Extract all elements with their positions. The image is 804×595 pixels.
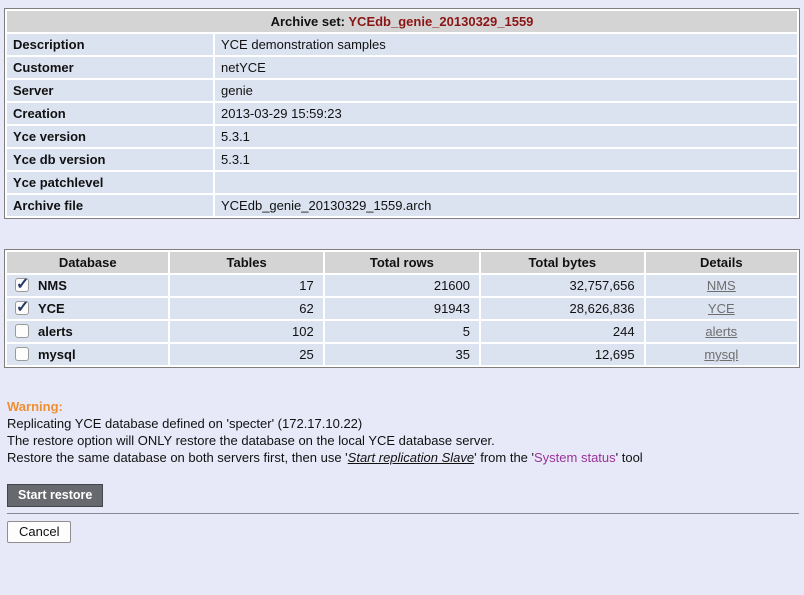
warning-line-3-middle: ' from the ' — [474, 450, 534, 465]
info-row-yce-patchlevel: Yce patchlevel — [7, 172, 797, 193]
column-header-database: Database — [7, 252, 168, 273]
db-name-label: NMS — [38, 278, 67, 293]
info-label: Creation — [7, 103, 213, 124]
details-link-nms[interactable]: NMS — [707, 278, 736, 293]
cancel-button[interactable]: Cancel — [7, 521, 71, 543]
info-row-description: Description YCE demonstration samples — [7, 34, 797, 55]
databases-table: Database Tables Total rows Total bytes D… — [4, 249, 800, 368]
column-header-total-rows: Total rows — [325, 252, 479, 273]
system-status-link[interactable]: System status — [534, 450, 616, 465]
tables-count: 25 — [170, 344, 322, 365]
details-cell: NMS — [646, 275, 797, 296]
info-label: Customer — [7, 57, 213, 78]
db-checkbox-alerts[interactable] — [15, 324, 29, 338]
total-bytes-value: 244 — [481, 321, 644, 342]
archive-title: Archive set: YCEdb_genie_20130329_1559 — [7, 11, 797, 32]
total-rows-value: 5 — [325, 321, 479, 342]
archive-title-name: YCEdb_genie_20130329_1559 — [348, 14, 533, 29]
info-value: genie — [215, 80, 797, 101]
tables-count: 17 — [170, 275, 322, 296]
databases-header-row: Database Tables Total rows Total bytes D… — [7, 252, 797, 273]
db-checkbox-mysql[interactable] — [15, 347, 29, 361]
db-checkbox-yce[interactable] — [15, 301, 29, 315]
details-link-mysql[interactable]: mysql — [704, 347, 738, 362]
warning-line-2: The restore option will ONLY restore the… — [7, 432, 800, 449]
info-row-archive-file: Archive file YCEdb_genie_20130329_1559.a… — [7, 195, 797, 216]
warning-block: Warning: Replicating YCE database define… — [7, 398, 800, 466]
db-name-label: alerts — [38, 324, 73, 339]
database-cell: alerts — [7, 321, 168, 342]
info-label: Description — [7, 34, 213, 55]
table-row-alerts: alerts 102 5 244 alerts — [7, 321, 797, 342]
info-value: YCEdb_genie_20130329_1559.arch — [215, 195, 797, 216]
db-checkbox-nms[interactable] — [15, 278, 29, 292]
total-rows-value: 35 — [325, 344, 479, 365]
archive-title-row: Archive set: YCEdb_genie_20130329_1559 — [7, 11, 797, 32]
info-value: 5.3.1 — [215, 149, 797, 170]
tables-count: 102 — [170, 321, 322, 342]
info-row-creation: Creation 2013-03-29 15:59:23 — [7, 103, 797, 124]
archive-title-prefix: Archive set: — [271, 14, 349, 29]
start-restore-button[interactable]: Start restore — [7, 484, 103, 507]
archive-info-table: Archive set: YCEdb_genie_20130329_1559 D… — [4, 8, 800, 219]
info-label: Yce patchlevel — [7, 172, 213, 193]
info-value: 2013-03-29 15:59:23 — [215, 103, 797, 124]
start-replication-slave-link[interactable]: Start replication Slave — [348, 450, 474, 465]
total-rows-value: 91943 — [325, 298, 479, 319]
warning-line-3-prefix: Restore the same database on both server… — [7, 450, 348, 465]
total-bytes-value: 12,695 — [481, 344, 644, 365]
info-row-yce-db-version: Yce db version 5.3.1 — [7, 149, 797, 170]
info-row-server: Server genie — [7, 80, 797, 101]
details-link-yce[interactable]: YCE — [708, 301, 735, 316]
details-cell: YCE — [646, 298, 797, 319]
db-name-label: YCE — [38, 301, 65, 316]
details-cell: mysql — [646, 344, 797, 365]
column-header-tables: Tables — [170, 252, 322, 273]
warning-heading: Warning: — [7, 398, 800, 415]
info-value: 5.3.1 — [215, 126, 797, 147]
warning-line-3: Restore the same database on both server… — [7, 449, 800, 466]
info-value — [215, 172, 797, 193]
tables-count: 62 — [170, 298, 322, 319]
column-header-total-bytes: Total bytes — [481, 252, 644, 273]
info-value: netYCE — [215, 57, 797, 78]
info-label: Archive file — [7, 195, 213, 216]
separator — [7, 513, 799, 514]
table-row-mysql: mysql 25 35 12,695 mysql — [7, 344, 797, 365]
info-label: Yce db version — [7, 149, 213, 170]
database-cell: YCE — [7, 298, 168, 319]
table-row-yce: YCE 62 91943 28,626,836 YCE — [7, 298, 797, 319]
warning-line-1: Replicating YCE database defined on 'spe… — [7, 415, 800, 432]
details-link-alerts[interactable]: alerts — [705, 324, 737, 339]
info-label: Yce version — [7, 126, 213, 147]
page: Archive set: YCEdb_genie_20130329_1559 D… — [0, 0, 804, 543]
info-label: Server — [7, 80, 213, 101]
total-bytes-value: 32,757,656 — [481, 275, 644, 296]
db-name-label: mysql — [38, 347, 76, 362]
total-rows-value: 21600 — [325, 275, 479, 296]
info-row-yce-version: Yce version 5.3.1 — [7, 126, 797, 147]
info-row-customer: Customer netYCE — [7, 57, 797, 78]
table-row-nms: NMS 17 21600 32,757,656 NMS — [7, 275, 797, 296]
database-cell: NMS — [7, 275, 168, 296]
details-cell: alerts — [646, 321, 797, 342]
column-header-details: Details — [646, 252, 797, 273]
total-bytes-value: 28,626,836 — [481, 298, 644, 319]
warning-line-3-suffix: ' tool — [616, 450, 643, 465]
info-value: YCE demonstration samples — [215, 34, 797, 55]
database-cell: mysql — [7, 344, 168, 365]
